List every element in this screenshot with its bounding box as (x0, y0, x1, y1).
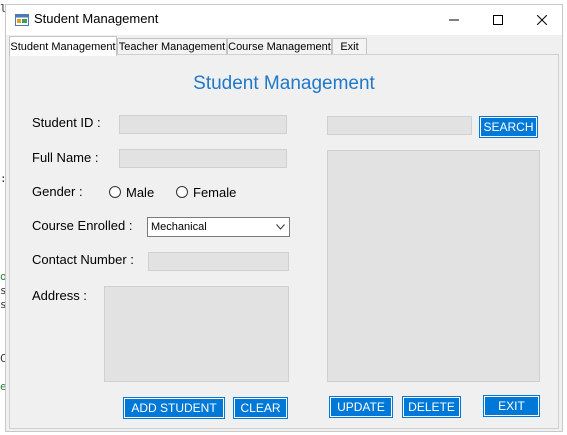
tab-exit[interactable]: Exit (332, 38, 367, 55)
minimize-icon (449, 19, 459, 21)
search-input[interactable] (327, 116, 472, 135)
gender-label: Gender : (32, 184, 83, 199)
exit-button[interactable]: EXIT (483, 395, 540, 417)
full-name-input[interactable] (119, 149, 287, 168)
address-textarea[interactable] (104, 286, 289, 382)
window-title: Student Management (34, 11, 159, 26)
chevron-down-icon[interactable] (272, 218, 289, 236)
female-radio-label[interactable]: Female (193, 185, 236, 200)
course-enrolled-label: Course Enrolled : (32, 218, 133, 233)
female-radio[interactable] (176, 186, 188, 198)
student-management-window: Student Management Student Management Te… (5, 4, 563, 432)
page-heading: Student Management (193, 73, 375, 94)
add-student-button[interactable]: ADD STUDENT (123, 397, 225, 419)
male-radio-label[interactable]: Male (126, 185, 154, 200)
contact-number-input[interactable] (148, 252, 289, 271)
tab-teacher-management[interactable]: Teacher Management (117, 38, 227, 55)
clear-button[interactable]: CLEAR (233, 397, 288, 419)
delete-button[interactable]: DELETE (402, 396, 461, 418)
maximize-button[interactable] (476, 5, 520, 35)
male-radio[interactable] (109, 186, 121, 198)
address-label: Address : (32, 288, 87, 303)
contact-number-label: Contact Number : (32, 252, 134, 267)
maximize-icon (493, 15, 503, 25)
tab-student-management[interactable]: Student Management (9, 36, 117, 56)
course-select[interactable]: Mechanical (147, 217, 290, 237)
student-id-input[interactable] (119, 115, 287, 134)
student-records-list[interactable] (327, 150, 540, 382)
title-bar[interactable]: Student Management (6, 5, 562, 35)
tab-strip: Student Management Teacher Management Co… (9, 36, 561, 56)
student-id-label: Student ID : (32, 115, 101, 130)
search-button[interactable]: SEARCH (479, 116, 538, 138)
close-icon (537, 15, 547, 25)
update-button[interactable]: UPDATE (329, 396, 393, 418)
close-button[interactable] (520, 5, 564, 35)
minimize-button[interactable] (432, 5, 476, 35)
course-select-value: Mechanical (151, 221, 207, 233)
app-form-icon (15, 13, 29, 27)
student-tab-page: Student Management Student ID : Full Nam… (9, 54, 559, 429)
tab-course-management[interactable]: Course Management (227, 38, 332, 55)
full-name-label: Full Name : (32, 150, 99, 165)
